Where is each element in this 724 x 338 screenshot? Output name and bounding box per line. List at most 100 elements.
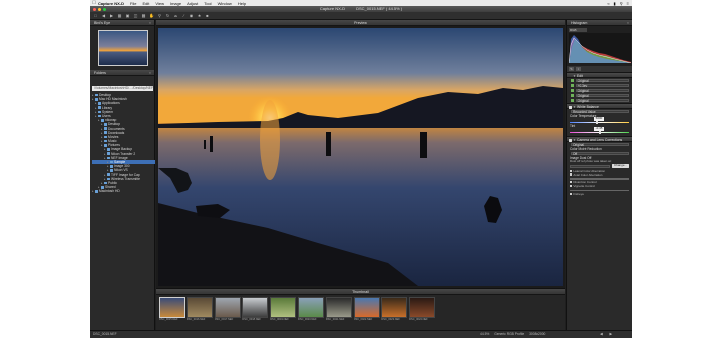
thumbnail-item[interactable]: DSC_0023.NEF: [381, 297, 408, 327]
wifi-icon[interactable]: ≈: [607, 1, 609, 6]
grid-view-icon[interactable]: ▩: [141, 13, 146, 18]
white-balance-mode-select[interactable]: Recorded Value: [571, 109, 629, 114]
thumbnail-image[interactable]: [353, 297, 380, 318]
zoom-tool-icon[interactable]: ⚲: [157, 13, 162, 18]
lens-mode-select[interactable]: Original: [571, 142, 629, 147]
thumbnail-image[interactable]: [159, 297, 185, 318]
thumbnail-image[interactable]: [409, 297, 436, 318]
folder-icon: [104, 139, 107, 143]
rating-icon[interactable]: ★: [197, 13, 202, 18]
tint-value[interactable]: -0.45: [594, 126, 604, 131]
rotate-icon[interactable]: ↻: [165, 13, 170, 18]
menu-view[interactable]: View: [155, 1, 164, 6]
label-icon[interactable]: ■: [205, 13, 210, 18]
tab-info-icon[interactable]: i: [576, 67, 581, 71]
color-temp-slider[interactable]: 5000: [570, 116, 629, 124]
color-temp-value[interactable]: 5000: [594, 116, 604, 121]
lens-correction-header[interactable]: ▼ Camera and Lens Corrections: [567, 136, 632, 142]
tab-adjust-icon[interactable]: ✎: [569, 67, 574, 71]
thumbnail-image[interactable]: [381, 297, 408, 318]
checkbox-icon: [570, 169, 573, 172]
thumbnail-image[interactable]: [325, 297, 352, 318]
preview-image[interactable]: [158, 28, 563, 286]
thumbnail-item[interactable]: DSC_0021.NEF: [325, 297, 352, 327]
folder-icon: [98, 106, 101, 109]
folder-icon: [101, 185, 104, 189]
edit-step-select[interactable]: Original: [575, 88, 629, 93]
menu-image[interactable]: Image: [170, 1, 181, 6]
list-icon[interactable]: ≡: [627, 1, 629, 6]
white-balance-checkbox[interactable]: [569, 105, 572, 109]
thumbnail-item[interactable]: DSC_0020.NEF: [297, 297, 324, 327]
folder-icon: [95, 97, 98, 101]
menu-help[interactable]: Help: [238, 1, 246, 6]
thumbnail-image[interactable]: [214, 297, 241, 318]
edit-step-select[interactable]: +0.3ev: [575, 83, 629, 88]
folder-icon: [95, 190, 98, 193]
edit-step-checkbox[interactable]: [571, 79, 574, 82]
thumbnail-item[interactable]: DSC_0017.NEF: [214, 297, 241, 327]
menu-file[interactable]: File: [130, 1, 136, 6]
color-temp-knob[interactable]: [596, 120, 599, 124]
change-button[interactable]: Change...: [611, 164, 629, 169]
status-zoom: 44.5%: [480, 332, 490, 336]
browser-view-icon[interactable]: ▦: [117, 13, 122, 18]
folder-tree: ▸ Desktop ▸ Mac HD Macintosh ▸ Applications ▸ L…: [90, 93, 155, 194]
folder-icon: [101, 118, 104, 122]
battery-icon[interactable]: ▮: [614, 1, 616, 6]
lens-correction-checkbox[interactable]: [569, 138, 572, 142]
folder-icon[interactable]: □: [93, 13, 98, 18]
menu-app-name[interactable]: Capture NX-D: [98, 1, 124, 6]
search-icon[interactable]: ⚲: [620, 1, 623, 6]
histogram-channel-select[interactable]: RGB: [569, 28, 587, 32]
edit-step-select[interactable]: Original: [575, 98, 629, 103]
dust-icon[interactable]: ◉: [189, 13, 194, 18]
crop-icon[interactable]: ⌓: [173, 13, 178, 18]
edit-step-select[interactable]: Original: [575, 93, 629, 98]
thumbnail-image[interactable]: [297, 297, 324, 318]
folder-path-field[interactable]: /Volumes/MacintoshHD/…/Desktop/NEF Image…: [92, 86, 153, 91]
menu-window[interactable]: Window: [218, 1, 232, 6]
edit-step-checkbox[interactable]: [571, 94, 574, 97]
edit-step-checkbox[interactable]: [571, 89, 574, 92]
folders-header: Folders ×: [90, 70, 154, 76]
edit-step-checkbox[interactable]: [571, 99, 574, 102]
next-icon[interactable]: ▶: [609, 332, 612, 336]
edit-section-header[interactable]: ▼ Edit: [567, 72, 632, 78]
folder-tree-item[interactable]: ▸ Macintosh HD: [92, 189, 155, 193]
moire-select[interactable]: Off: [571, 151, 629, 156]
thumbnail-image[interactable]: [186, 297, 213, 318]
viewer-icon[interactable]: ▣: [125, 13, 130, 18]
forward-icon[interactable]: ▶: [109, 13, 114, 18]
prev-icon[interactable]: ◀: [600, 332, 603, 336]
thumbnail-image[interactable]: [242, 297, 269, 318]
menu-edit[interactable]: Edit: [142, 1, 149, 6]
fisheye-checkbox[interactable]: Fisheye: [567, 192, 632, 196]
hand-tool-icon[interactable]: ✋: [149, 13, 154, 18]
straighten-icon[interactable]: ∕: [181, 13, 186, 18]
tint-knob[interactable]: [599, 130, 601, 134]
edit-step-select[interactable]: Original: [575, 78, 629, 83]
thumbnail-item[interactable]: DSC_0015.NEF: [159, 297, 185, 327]
thumbnail-item[interactable]: DSC_0016.NEF: [186, 297, 213, 327]
thumbnail-image[interactable]: [270, 297, 297, 318]
axial-slider[interactable]: [570, 176, 629, 180]
vignette-slider[interactable]: [570, 188, 629, 192]
edit-step-row: Original: [567, 93, 632, 98]
tint-slider[interactable]: -0.45: [570, 126, 629, 134]
thumbnail-item[interactable]: DSC_0019.NEF: [270, 297, 297, 327]
menu-tool[interactable]: Tool: [204, 1, 211, 6]
thumbnail-item[interactable]: DSC_0018.NEF: [242, 297, 269, 327]
thumbnail-item[interactable]: DSC_0024.NEF: [409, 297, 436, 327]
birdseye-thumbnail[interactable]: [98, 30, 148, 66]
compare-icon[interactable]: ◫: [133, 13, 138, 18]
thumbnail-item[interactable]: DSC_0022.NEF: [353, 297, 380, 327]
back-icon[interactable]: ◀: [101, 13, 106, 18]
folder-icon: [110, 169, 113, 172]
folder-icon: [104, 127, 107, 130]
close-icon[interactable]: ×: [149, 70, 151, 76]
birdseye-view: [90, 26, 154, 70]
white-balance-header[interactable]: ▼ White Balance: [567, 103, 632, 109]
edit-step-checkbox[interactable]: [571, 84, 574, 87]
menu-adjust[interactable]: Adjust: [187, 1, 198, 6]
